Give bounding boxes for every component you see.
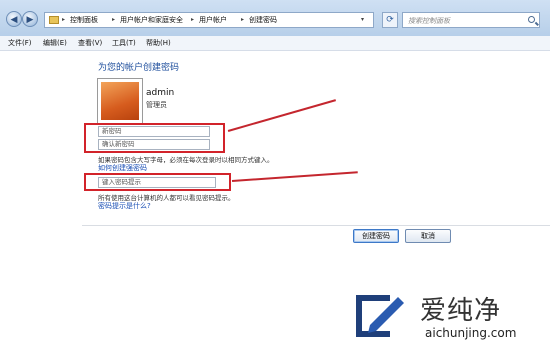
breadcrumb-user-accounts-family[interactable]: 用户帐户和家庭安全 bbox=[120, 15, 183, 25]
watermark-logo-icon bbox=[356, 295, 404, 337]
user-name: admin bbox=[146, 88, 175, 98]
menu-tools[interactable]: 工具(T) bbox=[112, 38, 136, 48]
breadcrumb-separator-icon: ▸ bbox=[62, 16, 66, 23]
user-role: 管理员 bbox=[146, 101, 167, 109]
page-title: 为您的帐户创建密码 bbox=[98, 63, 180, 73]
watermark-url: aichunjing.com bbox=[425, 326, 517, 340]
address-bar: ◀ ▶ ▸ 控制面板 ▸ 用户帐户和家庭安全 ▸ 用户帐户 ▸ 创建密码 ▾ ⟳… bbox=[0, 0, 550, 37]
breadcrumb-separator-icon: ▸ bbox=[112, 16, 116, 23]
breadcrumb-separator-icon: ▸ bbox=[191, 16, 195, 23]
refresh-icon[interactable]: ⟳ bbox=[382, 12, 398, 28]
what-is-hint-link[interactable]: 密码提示是什么? bbox=[98, 201, 151, 211]
breadcrumb-control-panel[interactable]: 控制面板 bbox=[70, 15, 98, 25]
forward-arrow-icon[interactable]: ▶ bbox=[22, 11, 38, 27]
breadcrumb-user-accounts[interactable]: 用户帐户 bbox=[199, 15, 227, 25]
divider bbox=[82, 225, 550, 226]
control-panel-folder-icon bbox=[49, 16, 59, 24]
menu-edit[interactable]: 编辑(E) bbox=[43, 38, 67, 48]
breadcrumb[interactable]: ▸ 控制面板 ▸ 用户帐户和家庭安全 ▸ 用户帐户 ▸ 创建密码 ▾ bbox=[44, 12, 374, 28]
cancel-button[interactable]: 取消 bbox=[405, 229, 451, 243]
back-arrow-icon[interactable]: ◀ bbox=[6, 11, 22, 27]
menu-bar: 文件(F) 编辑(E) 查看(V) 工具(T) 帮助(H) bbox=[0, 36, 550, 51]
breadcrumb-create-password[interactable]: 创建密码 bbox=[249, 15, 277, 25]
new-password-field[interactable]: 新密码 bbox=[98, 126, 210, 137]
breadcrumb-separator-icon: ▸ bbox=[241, 16, 245, 23]
menu-help[interactable]: 帮助(H) bbox=[146, 38, 171, 48]
watermark-title: 爱纯净 bbox=[420, 296, 502, 326]
avatar-picture bbox=[101, 82, 139, 120]
annotation-arrow bbox=[227, 99, 336, 132]
search-placeholder: 搜索控制面板 bbox=[408, 17, 450, 25]
dropdown-arrow-icon[interactable]: ▾ bbox=[361, 15, 364, 25]
avatar bbox=[97, 78, 143, 124]
strong-password-link[interactable]: 如何创建强密码 bbox=[98, 163, 147, 173]
menu-view[interactable]: 查看(V) bbox=[78, 38, 102, 48]
create-password-button[interactable]: 创建密码 bbox=[353, 229, 399, 243]
search-icon[interactable] bbox=[528, 16, 535, 23]
menu-file[interactable]: 文件(F) bbox=[8, 38, 32, 48]
password-hint-field[interactable]: 键入密码提示 bbox=[98, 177, 216, 188]
search-input[interactable]: 搜索控制面板 bbox=[402, 12, 540, 28]
confirm-password-field[interactable]: 确认新密码 bbox=[98, 139, 210, 150]
annotation-arrow bbox=[231, 171, 358, 182]
